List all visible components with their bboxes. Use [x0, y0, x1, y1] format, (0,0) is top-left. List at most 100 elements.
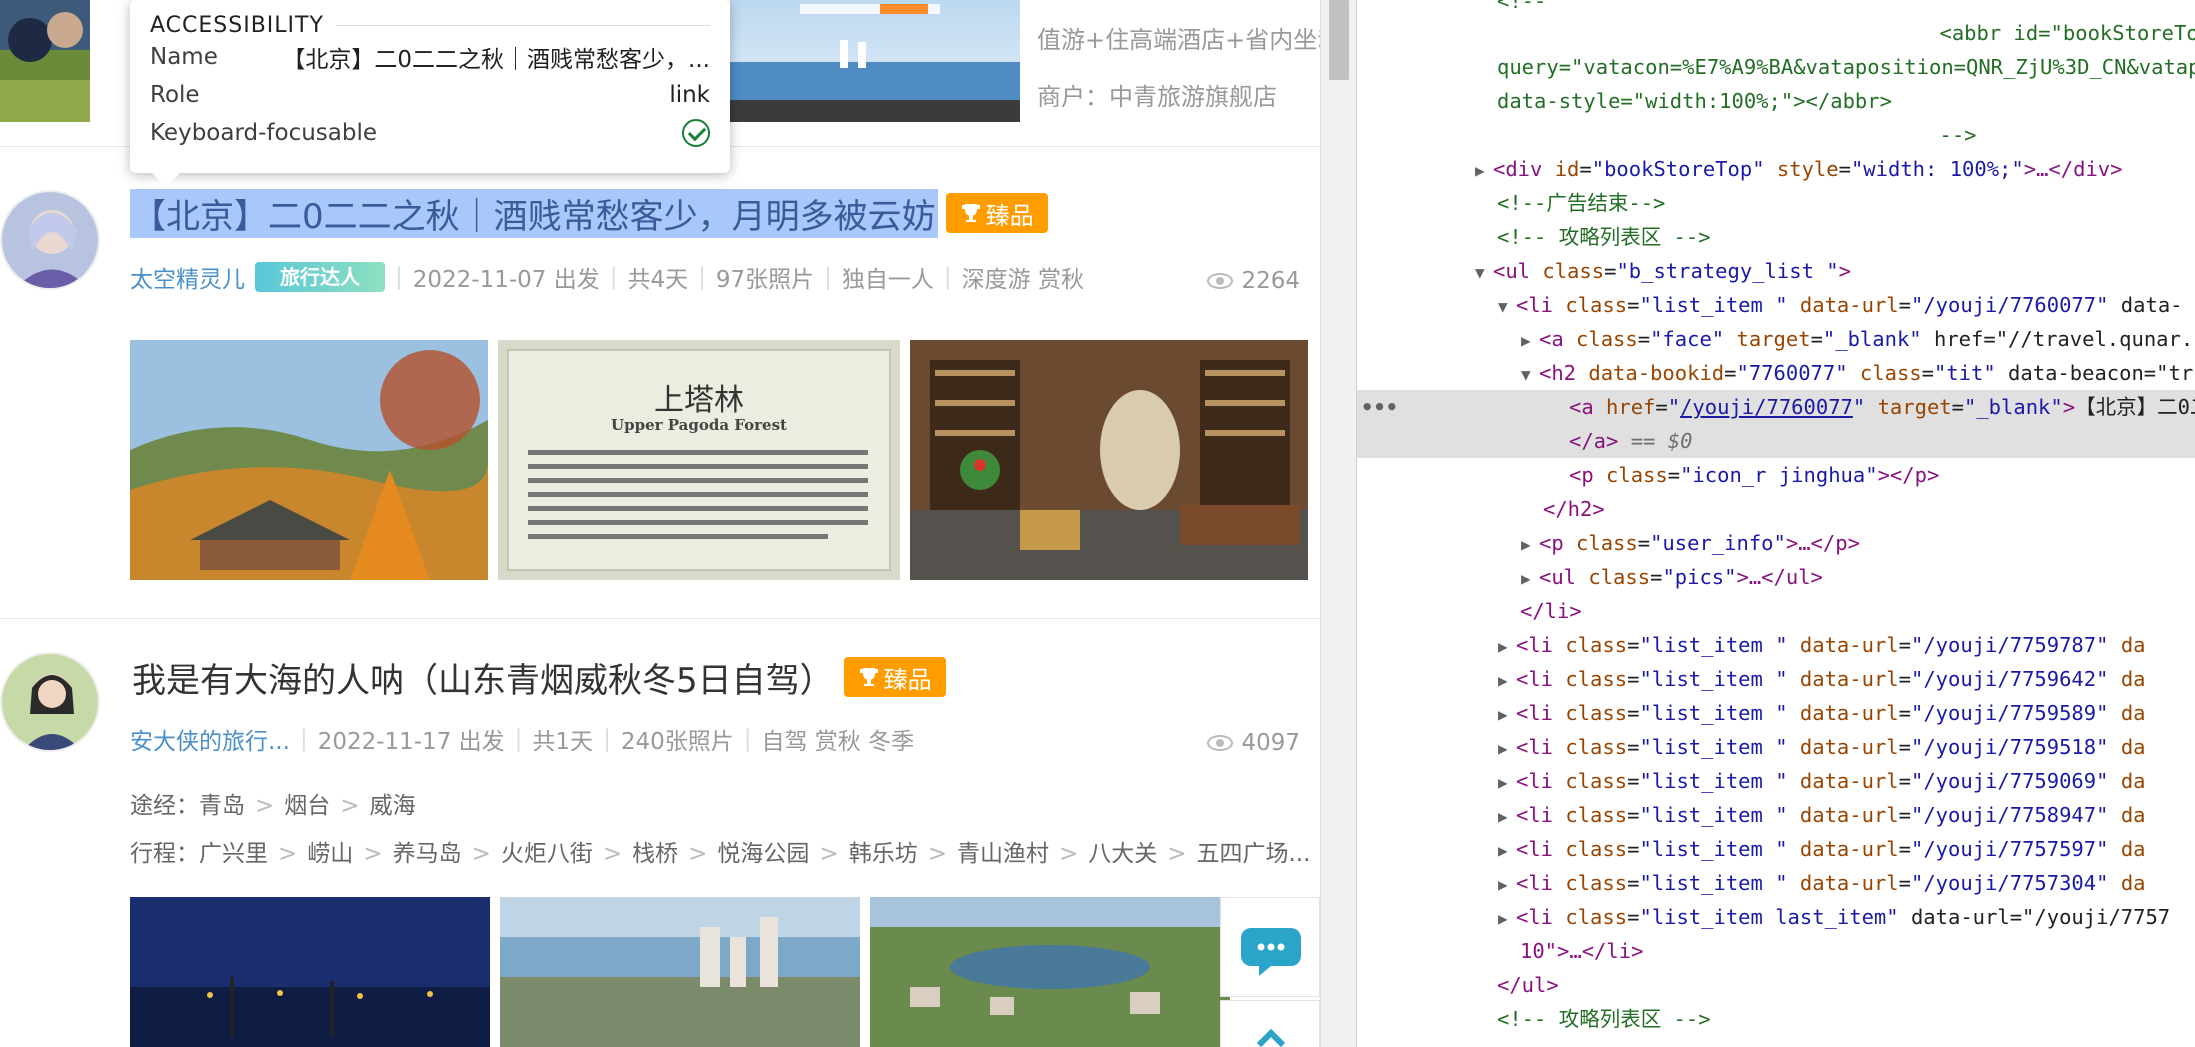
item-pics: 上塔林 Upper Pagoda Forest [130, 340, 1308, 580]
dom-node-line[interactable]: ▶ <p class="user_info">…</p> [1357, 526, 2195, 560]
tooltip-key: Keyboard-focusable [150, 120, 378, 146]
prev-item-photo[interactable] [730, 0, 1020, 122]
view-count-value: 2264 [1241, 268, 1300, 294]
dom-node-line[interactable]: <!-- 攻略列表区 --> [1357, 220, 2195, 254]
expand-triangle-icon: ▶ [1498, 739, 1508, 758]
tooltip-key: Role [150, 82, 200, 108]
view-count-value: 4097 [1241, 730, 1300, 756]
item-title-link[interactable]: 我是有大海的人呐（山东青烟威秋冬5日自驾） 臻品 [130, 652, 946, 702]
prev-item-avatar-image[interactable] [0, 0, 90, 122]
trip-days: 共4天 [627, 267, 689, 293]
expand-triangle-icon: ▶ [1521, 569, 1531, 588]
dom-node-line[interactable]: ▶ <div id="bookStoreTop" style="width: 10… [1357, 152, 2195, 186]
arrow-up-icon [1256, 1028, 1286, 1047]
trip-photo[interactable] [130, 340, 488, 580]
accessibility-tooltip: ACCESSIBILITY Name 【北京】二0二二之秋｜酒贱常愁客少，...… [130, 0, 730, 187]
dom-node-line[interactable]: ▶ <li class="list_item " data-url="/youji… [1357, 832, 2195, 866]
node-actions-icon[interactable]: ••• [1361, 390, 1398, 424]
item-divider [0, 618, 1320, 619]
expand-triangle-icon: ▶ [1498, 875, 1508, 894]
item-title-text[interactable]: 【北京】二0二二之秋｜酒贱常愁客少，月明多被云妨 [130, 188, 938, 238]
route-stop: 养马岛 [392, 841, 462, 867]
item-pics [130, 897, 1230, 1047]
page-scrollbar[interactable] [1320, 0, 1356, 1047]
author-avatar[interactable] [0, 190, 100, 290]
check-circle-icon [682, 119, 710, 147]
dom-node-line[interactable]: data-style="width:100%;"></abbr> [1357, 84, 2195, 118]
collapse-triangle-icon: ▼ [1521, 365, 1531, 384]
tooltip-row-name: Name 【北京】二0二二之秋｜酒贱常愁客少，... [150, 38, 710, 76]
dom-node-line[interactable]: <!-- 攻略列表区 --> [1357, 1002, 2195, 1036]
view-count: 2264 [1207, 268, 1300, 294]
tooltip-row-focusable: Keyboard-focusable [150, 114, 710, 152]
dom-node-line[interactable]: <abbr id="bookStoreTop" style="display [1357, 16, 2195, 50]
dom-node-line[interactable]: ▼ <ul class="b_strategy_list "> [1357, 254, 2195, 288]
dom-node-line[interactable]: <!--广告结束--> [1357, 186, 2195, 220]
devtools-elements-panel: <!-- <abbr id="bookStoreTop" style="disp… [1357, 0, 2195, 1047]
trip-date: 2022-11-17 出发 [317, 729, 505, 755]
dom-node-line[interactable]: ▶ <li class="list_item " data-url="/youji… [1357, 798, 2195, 832]
badge-label: 臻品 [985, 201, 1034, 230]
scrollbar-thumb[interactable] [1329, 0, 1349, 80]
item-meta: 安大侠的旅行... | 2022-11-17 出发 | 共1天 | 240张照片… [130, 722, 914, 756]
trip-photo[interactable] [130, 897, 490, 1047]
dom-node-line[interactable]: ▶ <li class="list_item " data-url="/youji… [1357, 730, 2195, 764]
expand-triangle-icon: ▶ [1498, 637, 1508, 656]
dom-node-line[interactable]: ▶ <li class="list_item " data-url="/youji… [1357, 764, 2195, 798]
route-stop: 火炬八街 [500, 841, 593, 867]
back-to-top-button[interactable] [1220, 1000, 1320, 1047]
dom-node-line[interactable]: ▶ <li class="list_item " data-url="/youji… [1357, 662, 2195, 696]
trophy-icon [859, 668, 878, 686]
expand-triangle-icon: ▶ [1521, 535, 1531, 554]
route-stop: 青岛 [199, 793, 245, 819]
author-level-tag: 旅行达人 [255, 262, 385, 292]
collapse-triangle-icon: ▼ [1498, 297, 1508, 316]
trophy-icon [961, 204, 980, 222]
author-avatar[interactable] [0, 652, 100, 752]
dom-node-line[interactable]: ▶ <a class="face" target="_blank" href="/… [1357, 322, 2195, 356]
dom-node-line[interactable]: ▶ <ul class="pics">…</ul> [1357, 560, 2195, 594]
route-stop: 五四广场... [1196, 841, 1311, 867]
dom-node-line[interactable]: ▼ <li class="list_item " data-url="/youji… [1357, 288, 2195, 322]
dom-node-line[interactable]: <p class="icon_r jinghua"></p> [1357, 458, 2195, 492]
route-stop: 威海 [369, 793, 416, 819]
dom-node-line[interactable]: --> [1357, 118, 2195, 152]
author-name-link[interactable]: 太空精灵儿 [130, 260, 245, 294]
dom-node-line[interactable]: </a> == $0 [1357, 424, 2195, 458]
badge-label: 臻品 [883, 665, 932, 694]
dom-node-line[interactable]: query="vatacon=%E7%A9%BA&vataposition=QN… [1357, 50, 2195, 84]
prev-item-merchant: 商户：中青旅游旗舰店 [1037, 83, 1277, 111]
route-label: 行程： [130, 841, 199, 867]
prev-item-info: 值游+住高端酒店+省内坐动 商户：中青旅游旗舰店 [1037, 20, 1320, 134]
tooltip-value: link [669, 82, 710, 108]
photo-count: 97张照片 [715, 267, 815, 293]
route-stop: 青山渔村 [956, 841, 1049, 867]
dom-node-line[interactable]: ▶ <li class="list_item " data-url="/youji… [1357, 866, 2195, 900]
chat-button[interactable] [1220, 897, 1320, 997]
route-stop: 栈桥 [632, 841, 679, 867]
dom-node-line[interactable]: </h2> [1357, 492, 2195, 526]
trip-photo[interactable] [910, 340, 1308, 580]
item-title-link[interactable]: 【北京】二0二二之秋｜酒贱常愁客少，月明多被云妨 臻品 [130, 188, 1048, 238]
dom-node-line[interactable]: ▼ <h2 data-bookid="7760077" class="tit" d… [1357, 356, 2195, 390]
pic-caption-sub: Upper Pagoda Forest [611, 416, 787, 434]
dom-node-line[interactable]: ▶ <li class="list_item " data-url="/youji… [1357, 696, 2195, 730]
route-stop: 悦海公园 [717, 841, 810, 867]
item-meta: 太空精灵儿 旅行达人 | 2022-11-07 出发 | 共4天 | 97张照片… [130, 260, 1084, 294]
route-stop: 烟台 [284, 793, 331, 819]
trip-photo[interactable]: 上塔林 Upper Pagoda Forest [498, 340, 900, 580]
chat-bubble-icon [1241, 928, 1301, 976]
item-title-text[interactable]: 我是有大海的人呐（山东青烟威秋冬5日自驾） [130, 653, 836, 702]
trip-photo[interactable] [870, 897, 1230, 1047]
dom-node-line[interactable]: ▶ <li class="list_item " data-url="/youji… [1357, 628, 2195, 662]
author-name-link[interactable]: 安大侠的旅行... [130, 722, 290, 756]
dom-node-line[interactable]: </li> [1357, 594, 2195, 628]
dom-node-line[interactable]: 10">…</li> [1357, 934, 2195, 968]
route-stop: 八大关 [1088, 841, 1158, 867]
trip-photo[interactable] [500, 897, 860, 1047]
tooltip-header: ACCESSIBILITY [150, 12, 710, 38]
dom-node-line[interactable]: ▶ <li class="list_item last_item" data-ur… [1357, 900, 2195, 934]
trip-companion: 独自一人 [841, 267, 934, 293]
dom-node-line[interactable]: </ul> [1357, 968, 2195, 1002]
dom-node-line[interactable]: ••• <a href="/youji/7760077" target="_bla… [1357, 390, 2195, 424]
